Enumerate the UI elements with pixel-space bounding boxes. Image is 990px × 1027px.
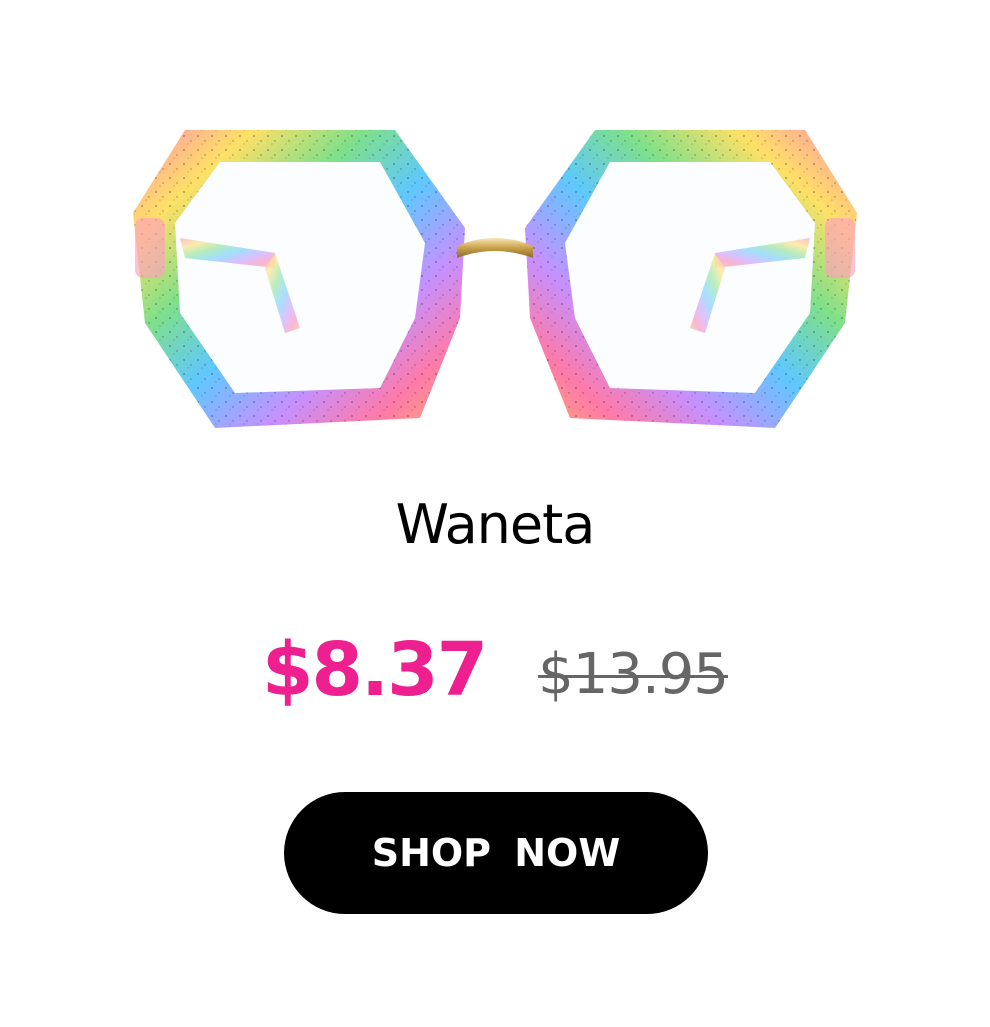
product-name[interactable]: Waneta [0,492,990,558]
price-row: $8.37 $13.95 [0,620,990,720]
product-image [125,118,865,448]
glasses-icon [133,130,857,428]
shop-now-button[interactable]: SHOP NOW [284,792,708,914]
original-price: $13.95 [538,642,729,707]
sale-price: $8.37 [261,627,488,713]
